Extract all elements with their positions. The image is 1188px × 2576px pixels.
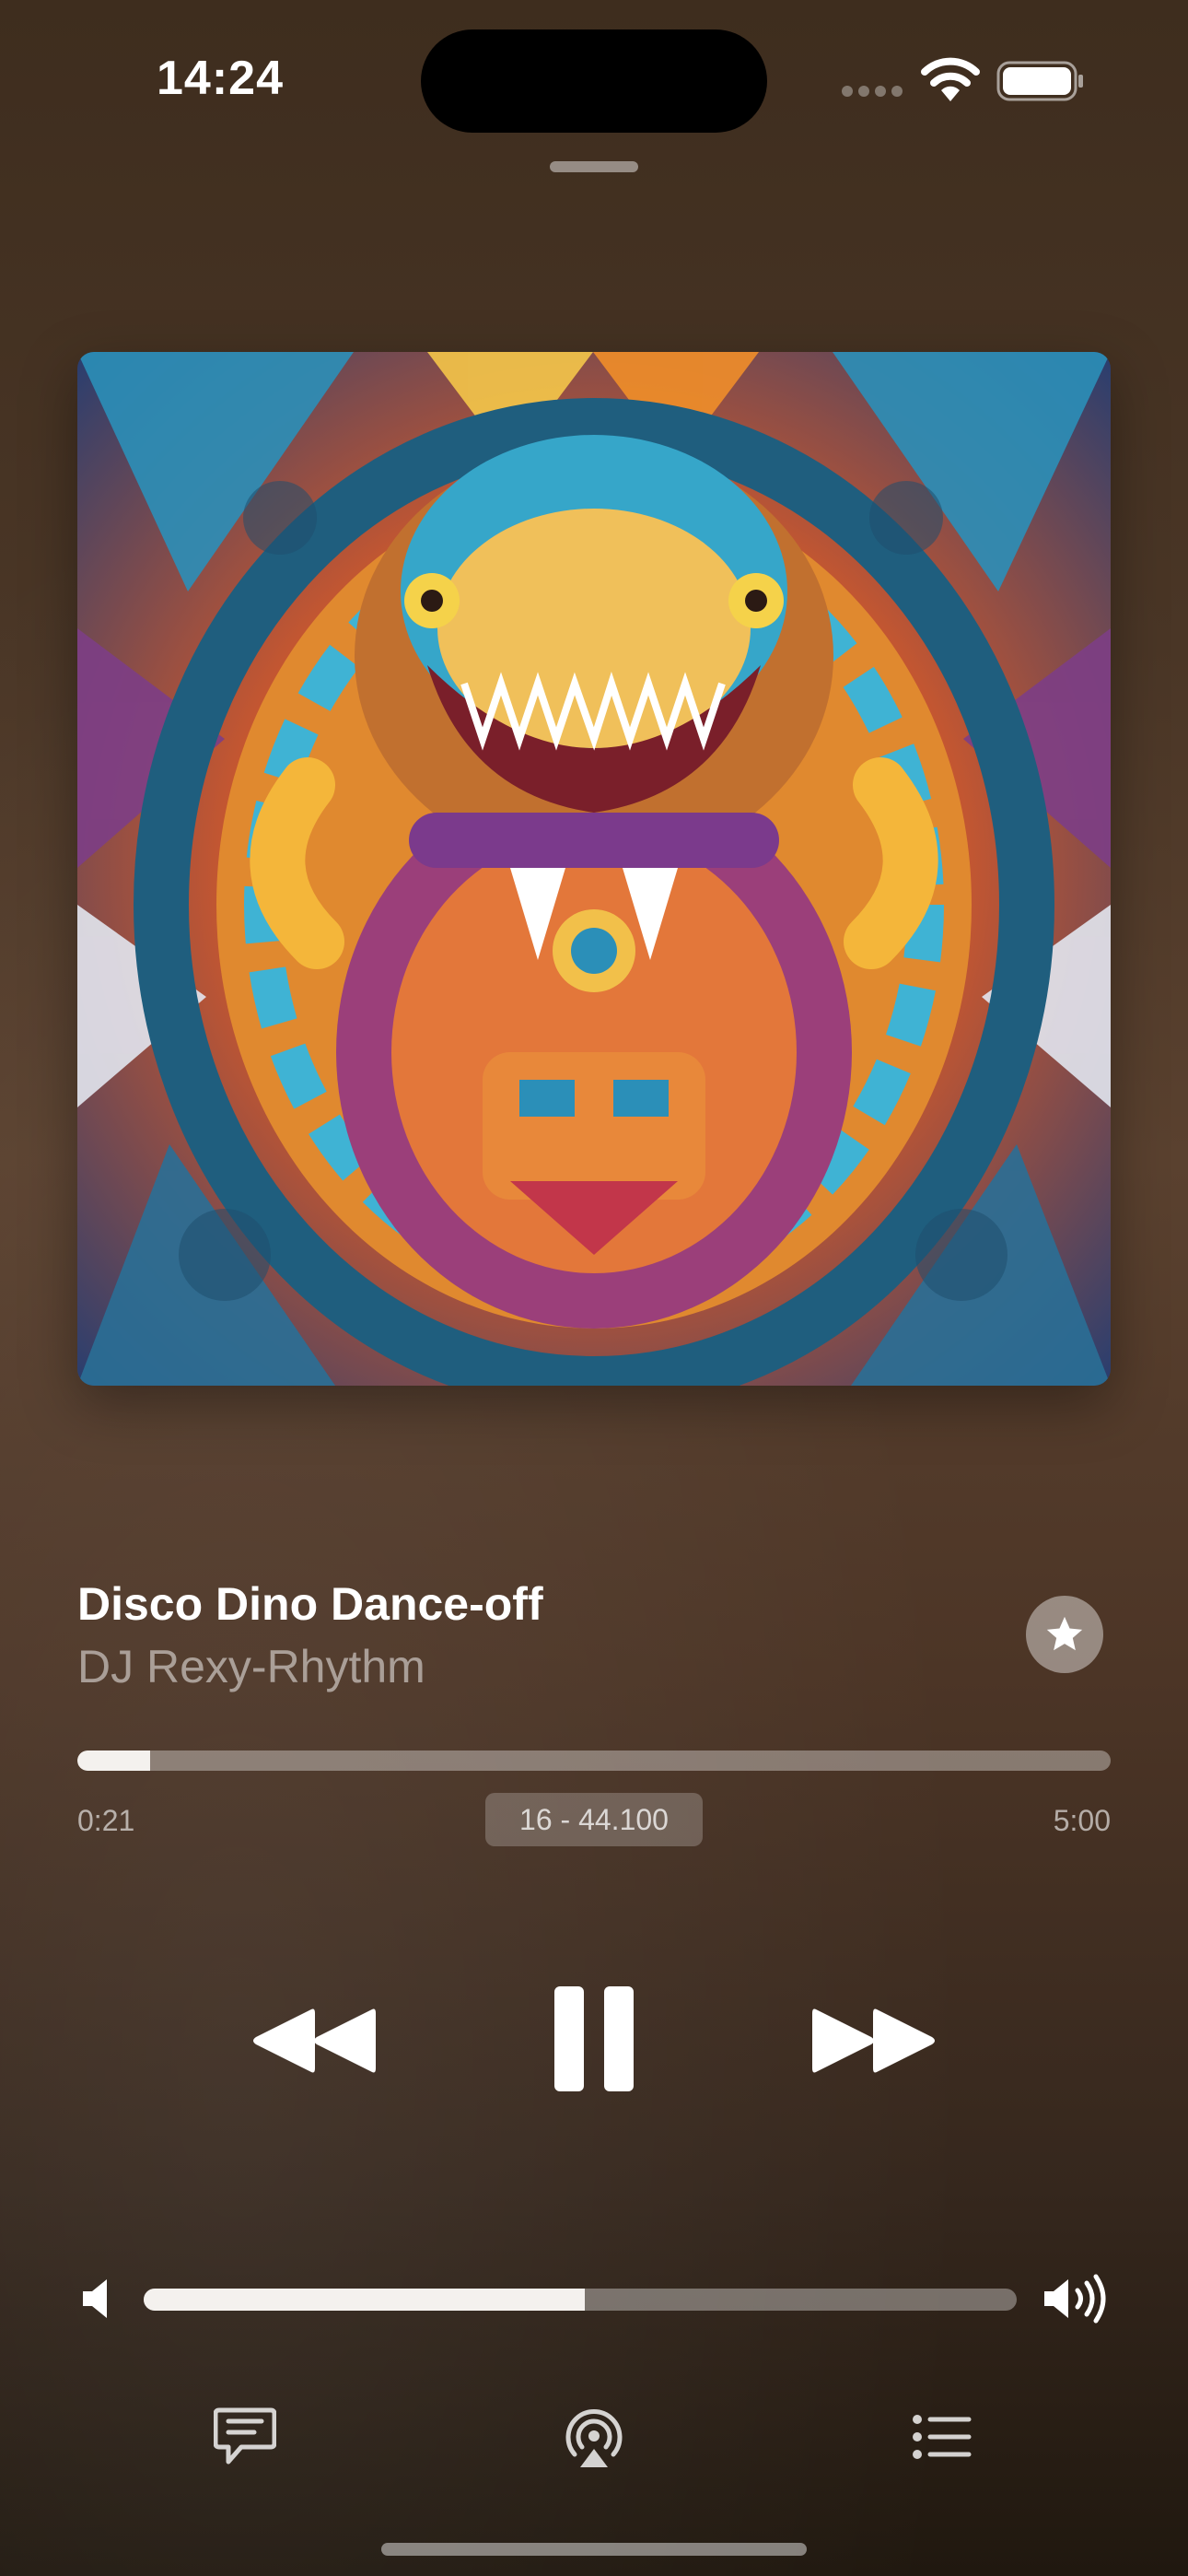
battery-icon [996, 61, 1083, 101]
volume-slider[interactable] [144, 2289, 1017, 2311]
status-time: 14:24 [157, 52, 284, 105]
queue-button[interactable] [912, 2412, 973, 2462]
sheet-grabber[interactable] [550, 161, 638, 172]
star-icon [1046, 1616, 1083, 1651]
volume-level-fill [144, 2289, 585, 2311]
rewind-icon [253, 2008, 376, 2073]
artist-name[interactable]: DJ Rexy-Rhythm [77, 1640, 425, 1693]
lyrics-button[interactable] [214, 2406, 276, 2467]
airplay-button[interactable] [562, 2405, 626, 2469]
fast-forward-button[interactable] [810, 1999, 939, 2082]
fast-forward-icon [812, 2008, 935, 2073]
playback-scrubber[interactable] [77, 1751, 1111, 1771]
pause-button[interactable] [543, 1979, 645, 2099]
speaker-low-icon [83, 2279, 107, 2318]
home-indicator[interactable] [381, 2543, 807, 2556]
wifi-icon [921, 57, 980, 101]
song-title[interactable]: Disco Dino Dance-off [77, 1577, 543, 1631]
dynamic-island [421, 29, 767, 133]
album-artwork [77, 352, 1111, 1386]
total-time: 5:00 [1053, 1804, 1111, 1837]
rewind-button[interactable] [249, 1999, 378, 2082]
speaker-high-icon [1044, 2274, 1106, 2324]
pause-icon [554, 1986, 634, 2091]
favorite-button[interactable] [1026, 1596, 1103, 1673]
cellular-signal-icon [842, 85, 908, 101]
playback-progress-fill [77, 1751, 150, 1771]
audio-quality-badge[interactable]: 16 - 44.100 [485, 1793, 703, 1846]
elapsed-time: 0:21 [77, 1804, 135, 1837]
